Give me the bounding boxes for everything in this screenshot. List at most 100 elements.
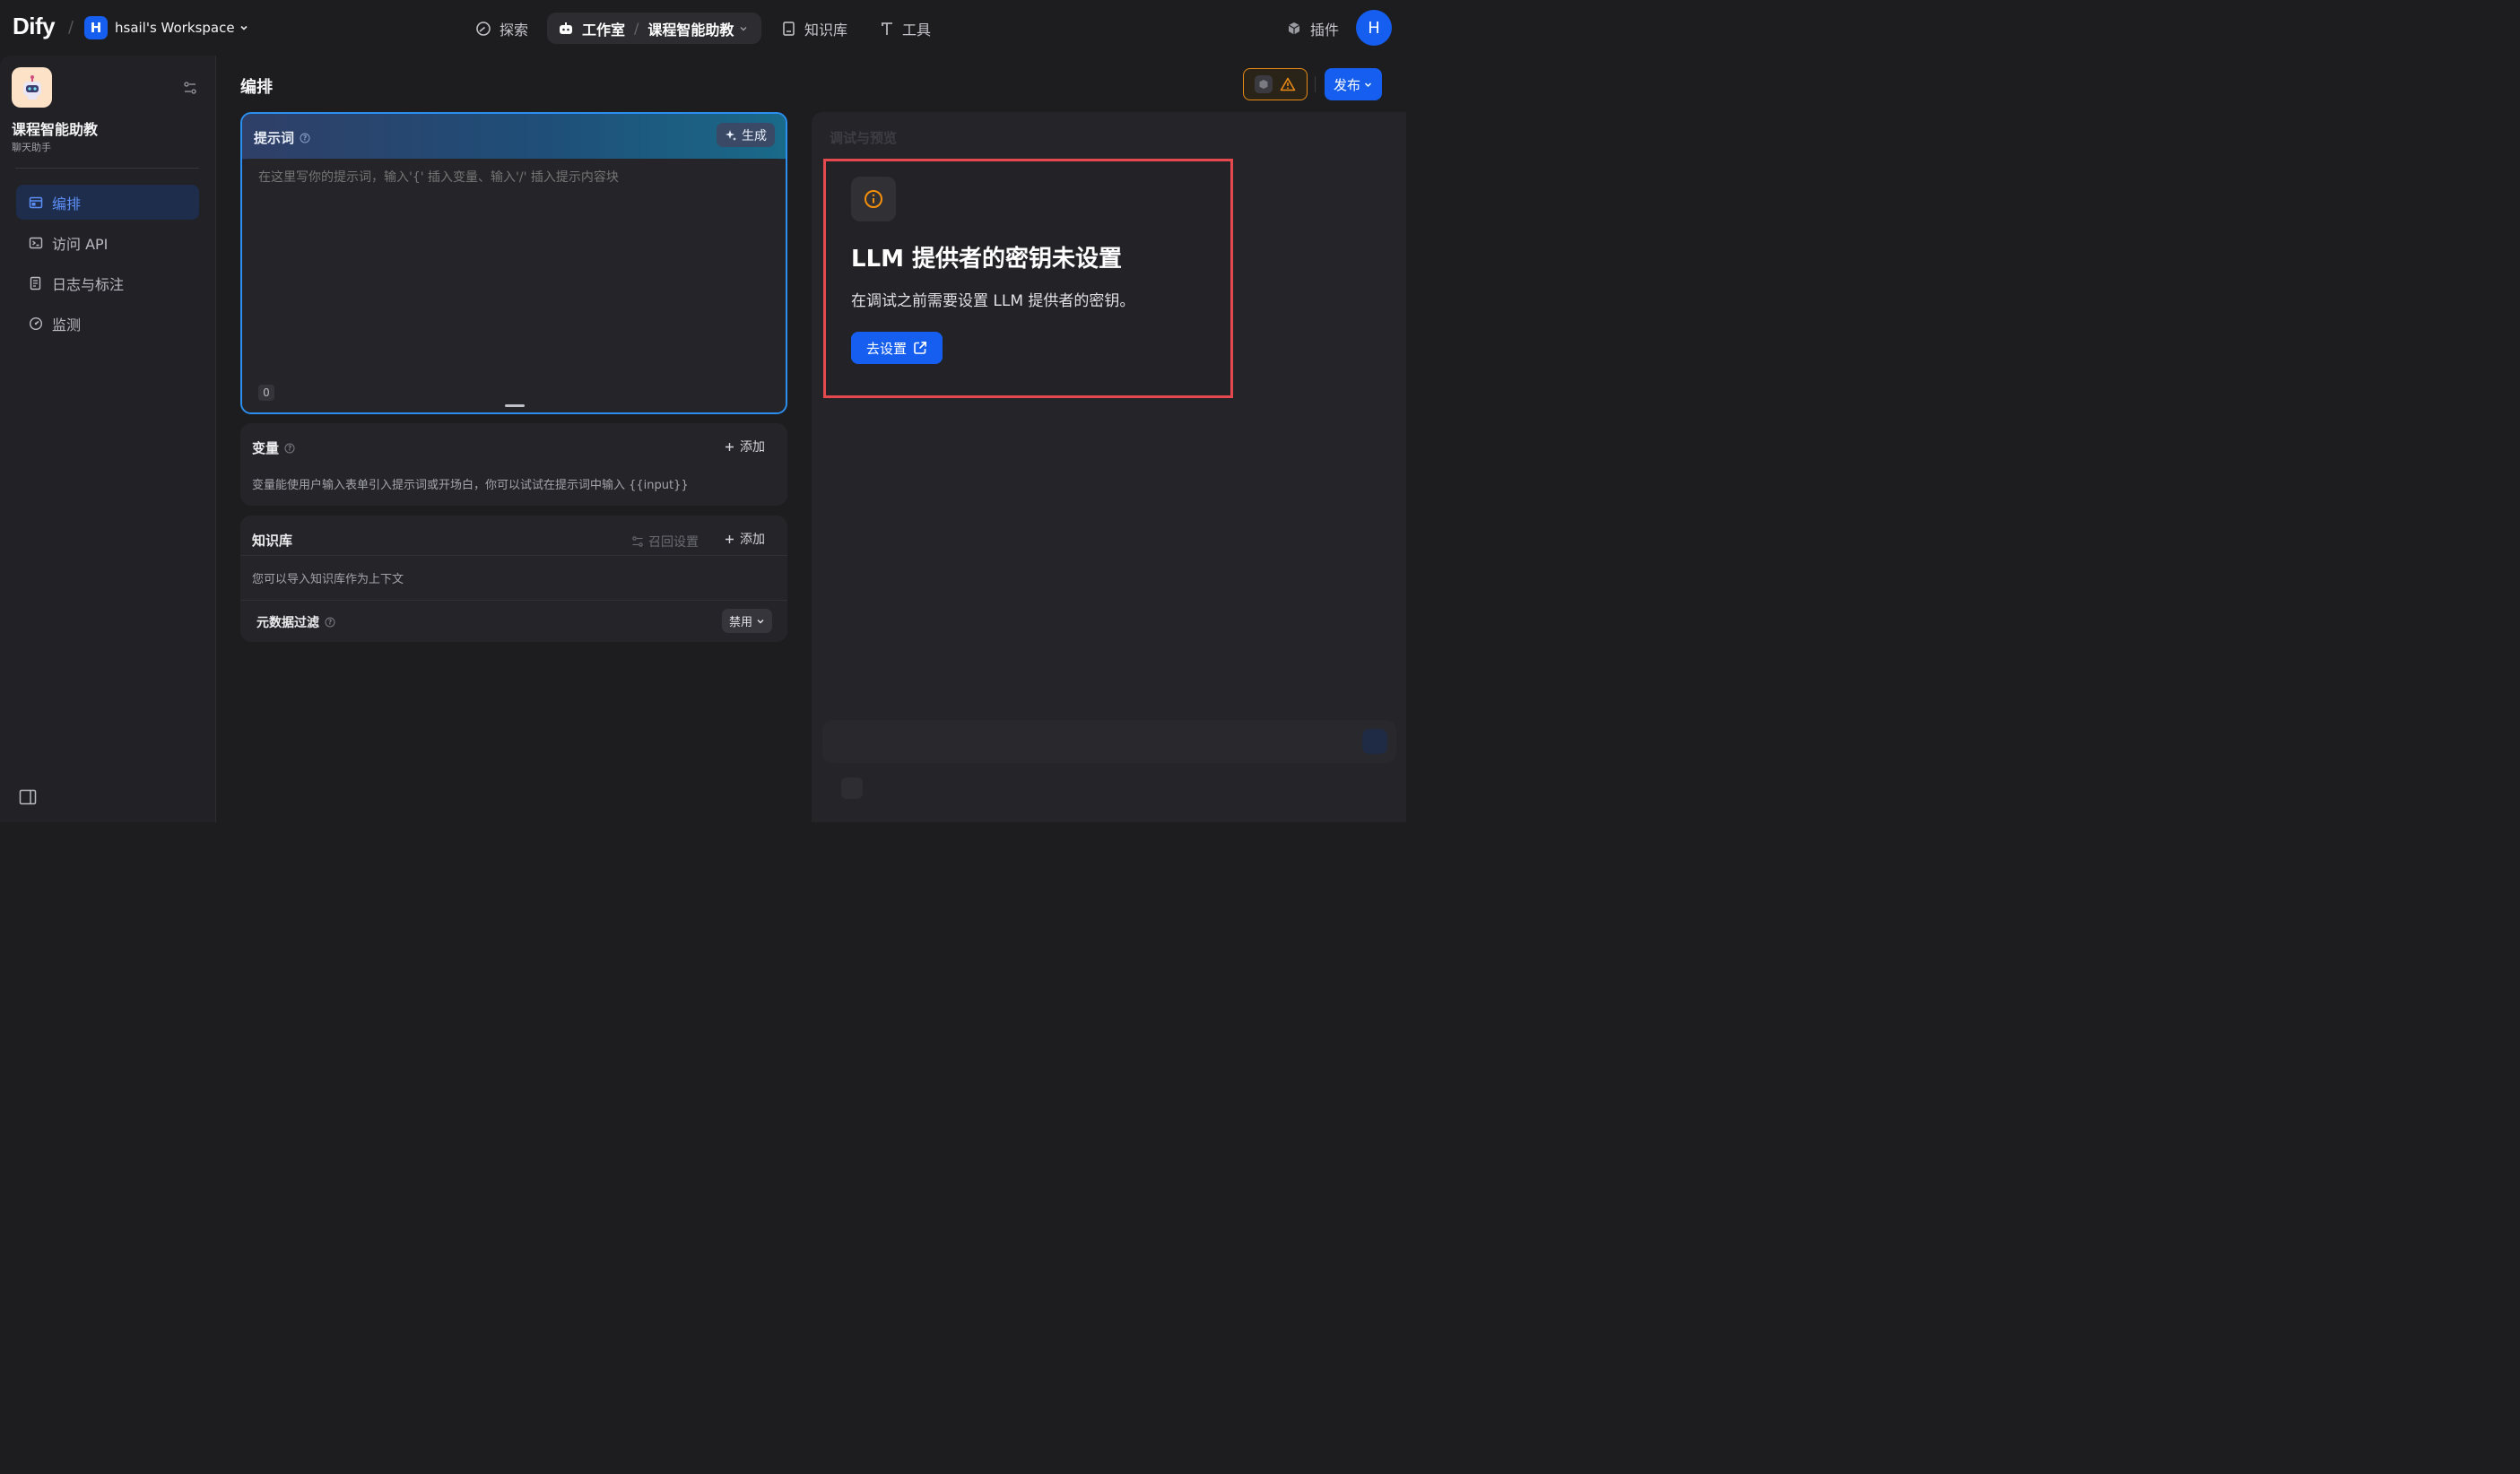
terminal-icon (29, 236, 43, 250)
sidebar-item-label: 日志与标注 (52, 275, 125, 293)
prompt-header: 提示词 ? 生成 (242, 114, 786, 159)
external-link-icon (913, 341, 927, 355)
nav-studio-label: 工作室 (582, 21, 626, 39)
top-navigation-bar: Dify / H hsail's Workspace 探索 工作室 / 课程智能… (0, 0, 1406, 56)
knowledge-description: 您可以导入知识库作为上下文 (252, 573, 404, 586)
sidebar-item-label: 编排 (52, 195, 82, 212)
dify-logo[interactable]: Dify (13, 13, 56, 40)
cube-icon (1255, 75, 1273, 93)
debug-header (812, 56, 1406, 112)
nav-studio[interactable]: 工作室 / 课程智能助教 (547, 13, 761, 44)
sidebar-item-label: 访问 API (52, 235, 109, 253)
app-sidebar: 课程智能助教 聊天助手 编排 访问 API 日志与标注 监测 (0, 56, 216, 822)
knowledge-title: 知识库 (252, 533, 293, 549)
chevron-down-icon (739, 24, 748, 33)
add-variable-button[interactable]: 添加 (725, 438, 765, 455)
user-avatar[interactable]: H (1356, 10, 1392, 46)
plugins-button[interactable]: 插件 (1286, 18, 1339, 39)
divider (240, 600, 787, 601)
chevron-down-icon (756, 617, 765, 626)
sidebar-collapse-icon[interactable] (19, 789, 37, 805)
app-settings-icon[interactable] (183, 81, 197, 95)
sidebar-item-logs[interactable]: 日志与标注 (16, 265, 199, 300)
robot-icon (558, 21, 574, 37)
sidebar-item-monitoring[interactable]: 监测 (16, 306, 199, 341)
header-divider (1315, 76, 1316, 92)
help-icon[interactable]: ? (325, 617, 335, 628)
sparkle-icon (725, 129, 737, 142)
divider (240, 555, 787, 556)
add-knowledge-label: 添加 (740, 533, 765, 547)
go-to-settings-button[interactable]: 去设置 (851, 332, 943, 364)
sidebar-divider (15, 168, 199, 169)
prompt-title-label: 提示词 (254, 130, 295, 146)
svg-text:?: ? (303, 134, 307, 142)
llm-key-alert: LLM 提供者的密钥未设置 在调试之前需要设置 LLM 提供者的密钥。 去设置 (823, 159, 1233, 398)
sidebar-app-type: 聊天助手 (12, 142, 51, 153)
chat-input (822, 720, 1396, 763)
alert-description: 在调试之前需要设置 LLM 提供者的密钥。 (851, 292, 1135, 310)
nav-studio-separator: / (634, 20, 639, 37)
prompt-title: 提示词 ? (254, 128, 310, 147)
page-title: 编排 (240, 78, 273, 97)
variables-description: 变量能使用户输入表单引入提示词或开场白，你可以试试在提示词中输入 {{input… (252, 479, 689, 492)
metadata-filter-select[interactable]: 禁用 (721, 609, 772, 633)
sidebar-item-api[interactable]: 访问 API (16, 225, 199, 260)
knowledge-card: 知识库 召回设置 添加 您可以导入知识库作为上下文 元数据过滤 ? 禁用 (240, 516, 787, 642)
settings-sliders-icon (631, 535, 644, 548)
chevron-down-icon (1363, 80, 1373, 90)
nav-explore[interactable]: 探索 (475, 13, 528, 44)
generate-button[interactable]: 生成 (717, 123, 775, 147)
char-count-badge: 0 (258, 385, 274, 401)
plugins-label: 插件 (1310, 22, 1340, 39)
nav-knowledge-label: 知识库 (804, 21, 848, 39)
sidebar-item-label: 监测 (52, 316, 82, 334)
recall-settings-button[interactable]: 召回设置 (631, 533, 699, 551)
alert-icon-container (851, 177, 896, 221)
hammer-icon (880, 21, 894, 37)
app-robot-avatar (12, 67, 52, 108)
help-icon[interactable]: ? (300, 133, 310, 143)
book-icon (782, 21, 796, 37)
features-icon (841, 777, 863, 799)
debug-title: 调试与预览 (830, 130, 898, 146)
gauge-icon (29, 316, 43, 331)
plus-icon (725, 442, 734, 452)
resize-handle[interactable] (505, 404, 525, 407)
add-variable-label: 添加 (740, 440, 765, 455)
svg-text:?: ? (328, 619, 332, 627)
nav-tools[interactable]: 工具 (880, 13, 931, 44)
nav-knowledge[interactable]: 知识库 (782, 13, 847, 44)
workspace-avatar: H (84, 16, 108, 39)
send-button (1362, 729, 1387, 754)
svg-text:?: ? (288, 444, 291, 452)
current-app-name: 课程智能助教 (647, 21, 734, 39)
prompt-editor-card: 提示词 ? 生成 0 (240, 112, 787, 414)
prompt-input[interactable] (258, 168, 769, 365)
prompt-body: 0 (242, 159, 786, 412)
cube-icon (1286, 21, 1302, 37)
metadata-filter-value: 禁用 (728, 616, 752, 629)
breadcrumb-separator: / (68, 18, 74, 37)
add-knowledge-button[interactable]: 添加 (725, 530, 765, 548)
nav-tools-label: 工具 (902, 21, 932, 39)
compass-icon (475, 21, 491, 37)
workspace-name: hsail's Workspace (115, 20, 235, 36)
generate-label: 生成 (742, 128, 767, 143)
workspace-switcher[interactable]: H hsail's Workspace (84, 15, 249, 40)
variables-title: 变量 ? (252, 438, 295, 457)
publish-label: 发布 (1333, 76, 1360, 93)
go-to-settings-label: 去设置 (865, 340, 907, 357)
help-icon[interactable]: ? (284, 443, 295, 454)
nav-explore-label: 探索 (500, 21, 529, 39)
recall-settings-label: 召回设置 (648, 535, 699, 550)
info-icon (865, 190, 882, 208)
metadata-filter-title: 元数据过滤 ? (256, 613, 335, 631)
variables-card: 变量 ? 添加 变量能使用户输入表单引入提示词或开场白，你可以试试在提示词中输入… (240, 423, 787, 506)
layout-icon (29, 195, 43, 210)
model-warning-button[interactable] (1243, 68, 1308, 100)
publish-button[interactable]: 发布 (1325, 68, 1382, 100)
log-icon (29, 276, 43, 290)
sidebar-item-orchestrate[interactable]: 编排 (16, 185, 199, 220)
metadata-filter-label: 元数据过滤 (256, 616, 319, 630)
